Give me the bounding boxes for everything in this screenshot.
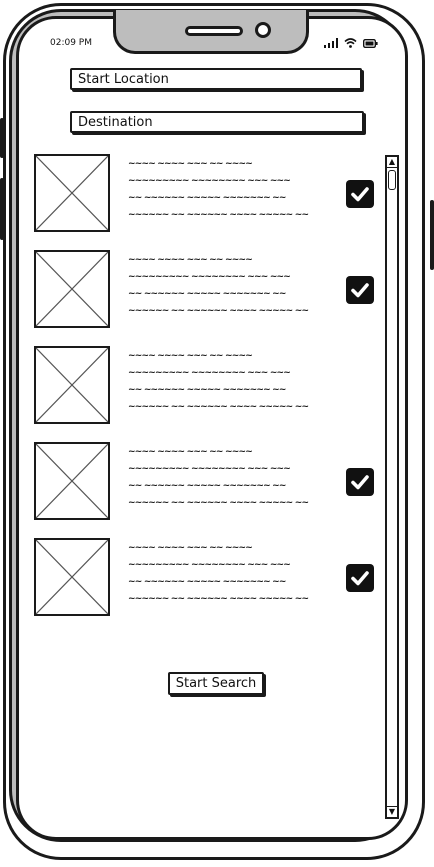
description-line: ~~~~~~ ~~ ~~~~~~ ~~~~ ~~~~~ ~~	[128, 210, 309, 220]
description-line: ~~~~ ~~~~ ~~~ ~~ ~~~~	[128, 447, 253, 457]
description-line: ~~~~~~ ~~ ~~~~~~ ~~~~ ~~~~~ ~~	[128, 498, 309, 508]
description-line: ~~ ~~~~~~ ~~~~~ ~~~~~~~ ~~	[128, 193, 286, 203]
scroll-thumb[interactable]	[388, 170, 396, 190]
checkbox[interactable]	[346, 180, 374, 208]
list-item[interactable]: ~~~~ ~~~~ ~~~ ~~ ~~~~ ~~~~~~~~~ ~~~~~~~~…	[34, 442, 378, 522]
description-line: ~~ ~~~~~~ ~~~~~ ~~~~~~~ ~~	[128, 289, 286, 299]
description-line: ~~~~~~~~~ ~~~~~~~~ ~~~ ~~~	[128, 176, 291, 186]
status-time: 02:09 PM	[50, 38, 92, 48]
image-placeholder-icon	[34, 538, 110, 616]
description-line: ~~~~~~ ~~ ~~~~~~ ~~~~ ~~~~~ ~~	[128, 306, 309, 316]
checkbox[interactable]	[346, 468, 374, 496]
checkbox[interactable]	[346, 276, 374, 304]
item-description: ~~~~ ~~~~ ~~~ ~~ ~~~~ ~~~~~~~~~ ~~~~~~~~…	[128, 348, 338, 416]
volume-button	[0, 118, 4, 158]
item-description: ~~~~ ~~~~ ~~~ ~~ ~~~~ ~~~~~~~~~ ~~~~~~~~…	[128, 156, 338, 224]
image-placeholder-icon	[34, 250, 110, 328]
scroll-up-icon[interactable]: ▲	[387, 157, 397, 168]
description-line: ~~~~ ~~~~ ~~~ ~~ ~~~~	[128, 543, 253, 553]
power-button	[430, 200, 434, 270]
description-line: ~~ ~~~~~~ ~~~~~ ~~~~~~~ ~~	[128, 385, 286, 395]
speaker-icon	[185, 26, 243, 36]
image-placeholder-icon	[34, 154, 110, 232]
description-line: ~~~~~~ ~~ ~~~~~~ ~~~~ ~~~~~ ~~	[128, 594, 309, 604]
scroll-down-icon[interactable]: ▼	[387, 806, 397, 817]
description-line: ~~ ~~~~~~ ~~~~~ ~~~~~~~ ~~	[128, 577, 286, 587]
battery-icon	[363, 39, 378, 48]
description-line: ~~ ~~~~~~ ~~~~~ ~~~~~~~ ~~	[128, 481, 286, 491]
image-placeholder-icon	[34, 442, 110, 520]
start-location-input[interactable]: Start Location	[70, 68, 362, 90]
list-item[interactable]: ~~~~ ~~~~ ~~~ ~~ ~~~~ ~~~~~~~~~ ~~~~~~~~…	[34, 154, 378, 234]
checkmark-icon	[351, 187, 369, 202]
status-icons	[324, 38, 378, 48]
description-line: ~~~~ ~~~~ ~~~ ~~ ~~~~	[128, 351, 253, 361]
list-item[interactable]: ~~~~ ~~~~ ~~~ ~~ ~~~~ ~~~~~~~~~ ~~~~~~~~…	[34, 250, 378, 330]
item-description: ~~~~ ~~~~ ~~~ ~~ ~~~~ ~~~~~~~~~ ~~~~~~~~…	[128, 444, 338, 512]
wifi-icon	[344, 38, 357, 48]
description-line: ~~~~~~~~~ ~~~~~~~~ ~~~ ~~~	[128, 464, 291, 474]
image-placeholder-icon	[34, 346, 110, 424]
item-description: ~~~~ ~~~~ ~~~ ~~ ~~~~ ~~~~~~~~~ ~~~~~~~~…	[128, 540, 338, 608]
list-item[interactable]: ~~~~ ~~~~ ~~~ ~~ ~~~~ ~~~~~~~~~ ~~~~~~~~…	[34, 346, 378, 426]
checkmark-icon	[351, 475, 369, 490]
list-item[interactable]: ~~~~ ~~~~ ~~~ ~~ ~~~~ ~~~~~~~~~ ~~~~~~~~…	[34, 538, 378, 618]
checkmark-icon	[351, 283, 369, 298]
scrollbar[interactable]: ▲ ▼	[385, 155, 399, 819]
checkbox[interactable]	[346, 564, 374, 592]
start-search-button[interactable]: Start Search	[168, 672, 264, 695]
item-description: ~~~~ ~~~~ ~~~ ~~ ~~~~ ~~~~~~~~~ ~~~~~~~~…	[128, 252, 338, 320]
description-line: ~~~~ ~~~~ ~~~ ~~ ~~~~	[128, 255, 253, 265]
signal-icon	[324, 38, 338, 48]
description-line: ~~~~ ~~~~ ~~~ ~~ ~~~~	[128, 159, 253, 169]
volume-button-2	[0, 178, 4, 240]
description-line: ~~~~~~~~~ ~~~~~~~~ ~~~ ~~~	[128, 560, 291, 570]
description-line: ~~~~~~~~~ ~~~~~~~~ ~~~ ~~~	[128, 368, 291, 378]
checkmark-icon	[351, 571, 369, 586]
destination-input[interactable]: Destination	[70, 111, 364, 133]
phone-screen	[16, 16, 408, 840]
description-line: ~~~~~~ ~~ ~~~~~~ ~~~~ ~~~~~ ~~	[128, 402, 309, 412]
camera-icon	[255, 22, 271, 38]
description-line: ~~~~~~~~~ ~~~~~~~~ ~~~ ~~~	[128, 272, 291, 282]
